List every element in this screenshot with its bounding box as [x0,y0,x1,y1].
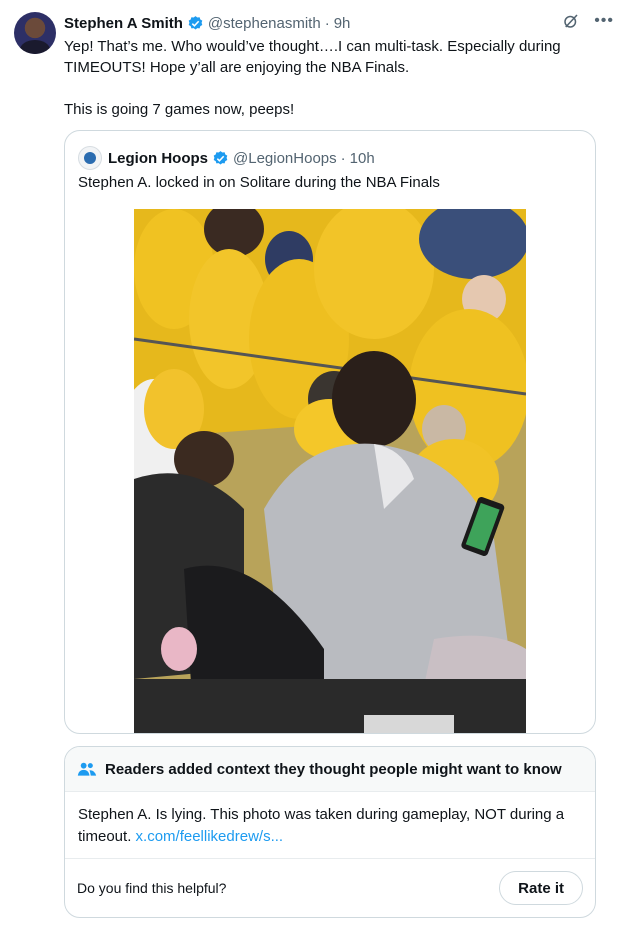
helpful-prompt: Do you find this helpful? [77,880,227,896]
people-icon [77,762,97,776]
quote-time: 10h [349,149,375,167]
rate-it-button[interactable]: Rate it [499,871,583,905]
verified-badge-icon [188,15,203,30]
note-header: Readers added context they thought peopl… [65,747,595,792]
community-note: Readers added context they thought peopl… [64,746,596,918]
author-name[interactable]: Stephen A Smith [64,15,183,32]
note-title: Readers added context they thought peopl… [105,760,562,778]
quote-author-avatar [78,146,102,170]
separator-dot: · [324,14,330,32]
note-link[interactable]: x.com/feellikedrew/s... [136,828,284,845]
author-handle[interactable]: @stephenasmith [208,15,321,32]
tweet: Stephen A Smith @stephenasmith · 9h ••• … [0,0,634,925]
note-footer: Do you find this helpful? Rate it [65,858,595,917]
quoted-photo[interactable] [134,209,526,733]
note-body: Stephen A. Is lying. This photo was take… [65,792,595,868]
quoted-tweet[interactable]: Legion Hoops @LegionHoops · 10h Stephen … [64,130,596,734]
tweet-text: Yep! That’s me. Who would’ve thought….I … [64,38,561,118]
quote-text: Stephen A. locked in on Solitare during … [78,174,440,191]
more-horizontal-icon[interactable]: ••• [594,12,614,30]
author-avatar[interactable] [14,12,56,54]
tweet-header: Stephen A Smith @stephenasmith · 9h ••• [64,12,614,34]
tweet-time[interactable]: 9h [334,15,351,32]
verified-badge-icon [213,150,228,165]
separator-dot: · [340,149,346,167]
quote-author-name: Legion Hoops [108,149,208,167]
quote-header: Legion Hoops @LegionHoops · 10h [78,146,375,170]
grok-icon[interactable] [562,12,580,30]
quote-author-handle: @LegionHoops [233,149,337,167]
